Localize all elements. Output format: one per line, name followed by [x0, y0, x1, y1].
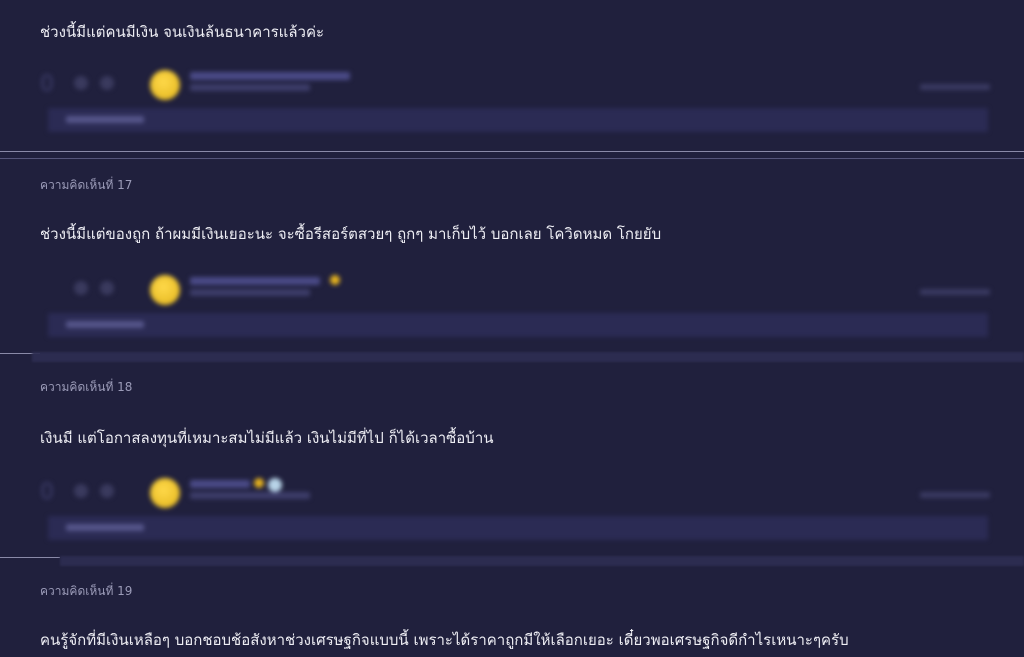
divider: [0, 158, 1024, 159]
member-badge-icon: [254, 478, 264, 488]
comment-number: ความคิดเห็นที่ 19: [40, 584, 133, 598]
post-time: [190, 492, 310, 499]
vote-count: 0: [40, 480, 54, 505]
reply-placeholder: [66, 524, 144, 531]
separator-band: [60, 556, 1024, 566]
reply-input[interactable]: [48, 516, 988, 540]
comment-meta: 0: [40, 70, 990, 140]
post-time: [190, 84, 310, 91]
member-badge-icon: [330, 275, 340, 285]
reply-placeholder: [66, 321, 144, 328]
avatar-icon[interactable]: [150, 275, 180, 305]
separator-band: [32, 352, 1024, 362]
report-icon[interactable]: [920, 492, 990, 498]
downvote-icon[interactable]: [100, 281, 114, 295]
username[interactable]: [190, 72, 350, 80]
report-icon[interactable]: [920, 289, 990, 295]
divider: [0, 557, 60, 558]
comment-meta: [40, 275, 990, 345]
avatar-icon[interactable]: [150, 70, 180, 100]
comment-meta: 0: [40, 478, 990, 548]
comment-text: คนรู้จักที่มีเงินเหลือๆ บอกชอบช้อสังหาช่…: [40, 631, 849, 649]
downvote-icon[interactable]: [100, 484, 114, 498]
upvote-icon[interactable]: [74, 484, 88, 498]
comment-text: ช่วงนี้มีแต่คนมีเงิน จนเงินล้นธนาคารแล้ว…: [40, 23, 325, 41]
username[interactable]: [190, 480, 250, 488]
upvote-icon[interactable]: [74, 76, 88, 90]
reply-input[interactable]: [48, 108, 988, 132]
comment-text: เงินมี แต่โอกาสลงทุนที่เหมาะสมไม่มีแล้ว …: [40, 429, 494, 447]
reply-input[interactable]: [48, 313, 988, 337]
report-icon[interactable]: [920, 84, 990, 90]
post-time: [190, 289, 310, 296]
username[interactable]: [190, 277, 320, 285]
member-badge-icon: [268, 478, 282, 492]
comment-thread: ช่วงนี้มีแต่คนมีเงิน จนเงินล้นธนาคารแล้ว…: [0, 0, 1024, 657]
downvote-icon[interactable]: [100, 76, 114, 90]
divider: [0, 151, 1024, 152]
vote-count: 0: [40, 72, 54, 97]
upvote-icon[interactable]: [74, 281, 88, 295]
comment-number: ความคิดเห็นที่ 17: [40, 178, 133, 192]
reply-placeholder: [66, 116, 144, 123]
avatar-icon[interactable]: [150, 478, 180, 508]
comment-number: ความคิดเห็นที่ 18: [40, 380, 133, 394]
comment-text: ช่วงนี้มีแต่ของถูก ถ้าผมมีเงินเยอะนะ จะซ…: [40, 225, 662, 243]
